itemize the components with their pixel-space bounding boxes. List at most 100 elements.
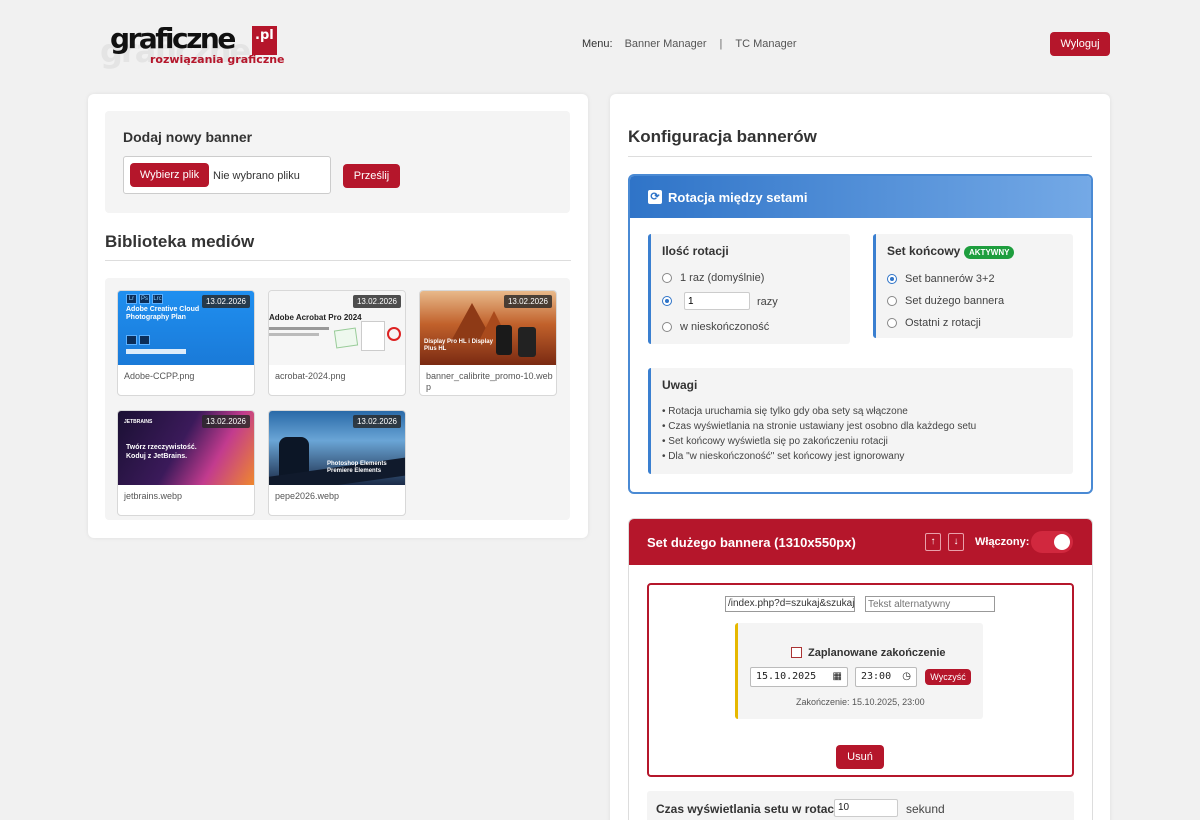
link-input[interactable]: /index.php?d=szukaj&szukaj — [725, 596, 855, 612]
menu-label: Menu: — [582, 38, 613, 50]
note-item: • Set końcowy wyświetla się po zakończen… — [662, 436, 888, 447]
display-time-input[interactable]: 10 — [834, 799, 898, 817]
media-filename: pepe2026.webp — [275, 491, 340, 501]
menu-item-tc-manager[interactable]: TC Manager — [735, 38, 796, 50]
date-badge: 13.02.2026 — [201, 415, 250, 428]
thumb-caption: Adobe Acrobat Pro 2024 — [269, 313, 362, 322]
radio-icon — [662, 273, 672, 283]
date-value: 15.10.2025 — [756, 671, 817, 682]
media-panel: Dodaj nowy banner Wybierz plik Nie wybra… — [88, 94, 588, 538]
radio-icon — [662, 322, 672, 332]
note-item: • Dla "w nieskończoność" set końcowy jes… — [662, 451, 905, 462]
upload-submit-button[interactable]: Prześlij — [343, 164, 400, 188]
thumb-caption: Adobe Creative Cloud Photography Plan — [126, 306, 200, 321]
rotation-count-input[interactable] — [684, 292, 750, 310]
calendar-icon — [791, 647, 802, 658]
rotation-count-group: Ilość rotacji 1 raz (domyślnie) razy w n… — [648, 234, 850, 344]
logo-text: graficzne — [110, 22, 236, 55]
thumb-caption: Display Pro HL i Display Plus HL — [424, 339, 493, 352]
file-input[interactable]: Wybierz plik Nie wybrano pliku — [123, 156, 331, 194]
date-badge: 13.02.2026 — [503, 295, 552, 308]
no-file-label: Nie wybrano pliku — [213, 170, 300, 182]
radio-final-set-3-2[interactable]: Set bannerów 3+2 — [887, 273, 995, 285]
choose-file-button[interactable]: Wybierz plik — [130, 163, 209, 187]
radio-infinite[interactable]: w nieskończoność — [662, 321, 769, 333]
end-text: Zakończenie: 15.10.2025, 23:00 — [796, 697, 925, 707]
radio-once[interactable]: 1 raz (domyślnie) — [662, 272, 764, 284]
radio-final-set-big[interactable]: Set dużego bannera — [887, 295, 1004, 307]
media-filename: Adobe-CCPP.png — [124, 371, 195, 381]
config-title: Konfiguracja bannerów — [628, 127, 817, 146]
menu-item-banner-manager[interactable]: Banner Manager — [625, 38, 707, 50]
media-item[interactable]: Display Pro HL i Display Plus HL 13.02.2… — [419, 290, 557, 396]
note-item: • Czas wyświetlania na stronie ustawiany… — [662, 421, 977, 432]
note-item: • Rotacja uruchamia się tylko gdy oba se… — [662, 406, 908, 417]
notes-list: • Rotacja uruchamia się tylko gdy oba se… — [662, 404, 976, 464]
refresh-icon: ⟳ — [648, 190, 662, 204]
media-item[interactable]: Photoshop Elements Premiere Elements 13.… — [268, 410, 406, 516]
date-badge: 13.02.2026 — [201, 295, 250, 308]
menu-separator: | — [719, 38, 723, 50]
notes-box: Uwagi • Rotacja uruchamia się tylko gdy … — [648, 368, 1073, 474]
rotation-header: ⟳ Rotacja między setami — [630, 176, 1091, 218]
big-banner-section: Set dużego bannera (1310x550px) ↑ ↓ Włąc… — [628, 518, 1093, 820]
time-input[interactable]: 23:00 ◷ — [855, 667, 917, 687]
final-set-group: Set końcowy AKTYWNY Set bannerów 3+2 Set… — [873, 234, 1073, 338]
divider — [105, 260, 571, 261]
main-menu: Menu: Banner Manager | TC Manager — [582, 38, 797, 50]
radio-icon — [887, 296, 897, 306]
display-time-label: Czas wyświetlania setu w rotacji: — [656, 802, 845, 816]
date-badge: 13.02.2026 — [352, 415, 401, 428]
radio-icon — [662, 296, 672, 306]
library-title: Biblioteka mediów — [105, 232, 255, 251]
schedule-title: Zaplanowane zakończenie — [808, 647, 946, 659]
media-filename: jetbrains.webp — [124, 491, 183, 501]
big-banner-header: Set dużego bannera (1310x550px) ↑ ↓ Włąc… — [629, 519, 1092, 565]
radio-label: Set bannerów 3+2 — [905, 273, 995, 285]
media-item[interactable]: Adobe Acrobat Pro 2024 13.02.2026 acroba… — [268, 290, 406, 396]
config-panel: Konfiguracja bannerów ⟳ Rotacja między s… — [610, 94, 1110, 820]
toggle-label: Włączony: — [975, 536, 1030, 548]
radio-icon — [887, 274, 897, 284]
delete-button[interactable]: Usuń — [836, 745, 884, 769]
logout-button[interactable]: Wyloguj — [1050, 32, 1110, 56]
rotation-count-unit: razy — [757, 296, 778, 308]
logo[interactable]: graficzne graficzne .pl rozwiązania graf… — [100, 22, 300, 72]
logo-tagline: rozwiązania graficzne — [150, 53, 285, 66]
media-item[interactable]: Lr Ps Lrc Adobe Creative Cloud Photograp… — [117, 290, 255, 396]
move-down-button[interactable]: ↓ — [948, 533, 964, 551]
radio-label: w nieskończoność — [680, 321, 770, 333]
display-time-unit: sekund — [906, 802, 945, 816]
logo-tld: .pl — [252, 26, 277, 55]
alt-text-input[interactable] — [865, 596, 995, 612]
media-item[interactable]: JETBRAINS Twórz rzeczywistość. Koduj z J… — [117, 410, 255, 516]
clear-button[interactable]: Wyczyść — [925, 669, 971, 685]
final-set-title: Set końcowy — [887, 244, 961, 258]
date-badge: 13.02.2026 — [352, 295, 401, 308]
toggle-knob — [1054, 534, 1070, 550]
thumb-caption: Photoshop Elements Premiere Elements — [327, 461, 387, 474]
upload-title: Dodaj nowy banner — [123, 129, 253, 145]
rotation-section: ⟳ Rotacja między setami Ilość rotacji 1 … — [628, 174, 1093, 494]
calendar-icon: ▦ — [832, 671, 842, 682]
radio-label: Set dużego bannera — [905, 295, 1005, 307]
divider — [628, 156, 1092, 157]
upload-section: Dodaj nowy banner Wybierz plik Nie wybra… — [105, 111, 570, 213]
media-filename: acrobat-2024.png — [275, 371, 346, 381]
schedule-box: Zaplanowane zakończenie 15.10.2025 ▦ 23:… — [735, 623, 983, 719]
enabled-toggle[interactable] — [1031, 531, 1073, 553]
date-input[interactable]: 15.10.2025 ▦ — [750, 667, 848, 687]
clock-icon: ◷ — [902, 671, 911, 682]
move-up-button[interactable]: ↑ — [925, 533, 941, 551]
radio-final-set-last[interactable]: Ostatni z rotacji — [887, 317, 981, 329]
rotation-count-title: Ilość rotacji — [662, 244, 729, 258]
media-filename: banner_calibrite_promo-10.webp — [426, 371, 553, 392]
status-badge: AKTYWNY — [964, 246, 1015, 259]
time-value: 23:00 — [861, 671, 892, 682]
radio-label: Ostatni z rotacji — [905, 317, 981, 329]
display-time-row: Czas wyświetlania setu w rotacji: 10 sek… — [647, 791, 1074, 820]
radio-custom[interactable] — [662, 296, 680, 306]
media-grid: Lr Ps Lrc Adobe Creative Cloud Photograp… — [105, 278, 570, 520]
radio-label: 1 raz (domyślnie) — [680, 272, 765, 284]
thumb-caption: Twórz rzeczywistość. Koduj z JetBrains. — [126, 444, 197, 460]
